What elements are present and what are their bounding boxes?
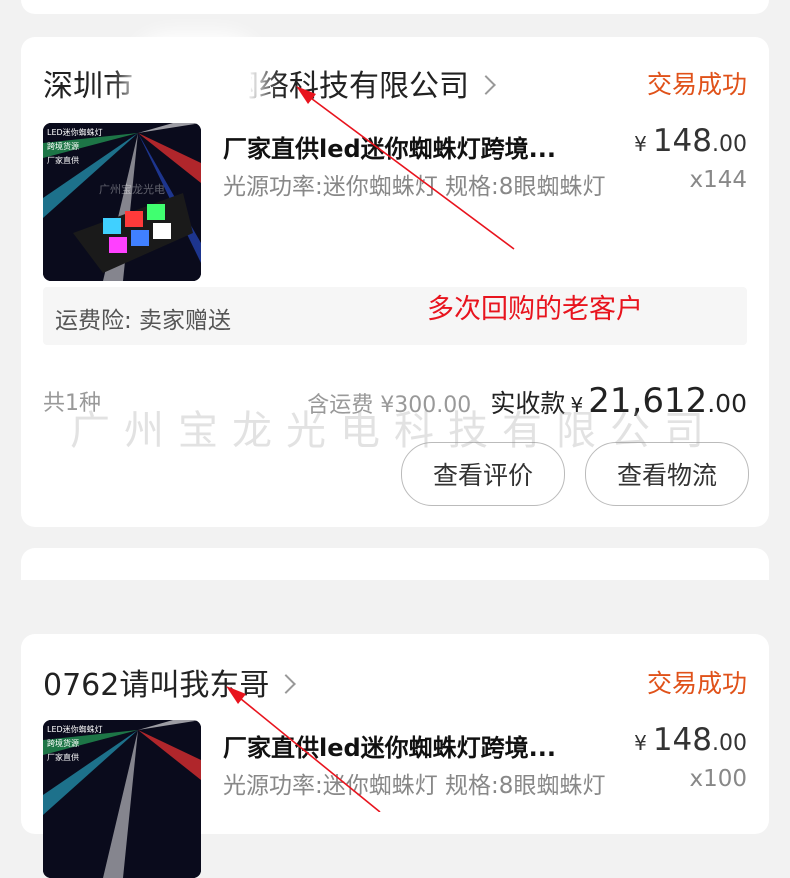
svg-text:广州宝龙光电: 广州宝龙光电 [99, 182, 165, 196]
product-spec: 光源功率:迷你蜘蛛灯 规格:8眼蜘蛛灯 [223, 174, 606, 200]
spider-light-image: LED迷你蜘蛛灯 跨境货源 厂家直供 [43, 720, 201, 878]
svg-text:厂家直供: 厂家直供 [47, 155, 79, 165]
annotation-text: 多次回购的老客户 [427, 294, 643, 325]
redaction-blur [141, 47, 251, 117]
spider-light-image: LED迷你蜘蛛灯 跨境货源 厂家直供 广州宝龙光电 [43, 123, 201, 281]
svg-text:LED迷你蜘蛛灯: LED迷你蜘蛛灯 [47, 724, 103, 734]
quantity-2: x100 [689, 766, 747, 792]
product-title[interactable]: 厂家直供led迷你蜘蛛灯跨境... [223, 129, 556, 164]
order-card-collapsed [21, 548, 769, 582]
order-status: 交易成功 [646, 70, 747, 99]
watermark: 广州宝龙光电科技有限公司 [70, 408, 718, 454]
order-card-previous [21, 0, 769, 14]
svg-text:LED迷你蜘蛛灯: LED迷你蜘蛛灯 [47, 127, 103, 137]
product-title-2[interactable]: 厂家直供led迷你蜘蛛灯跨境... [223, 728, 556, 763]
unit-price: ¥148.00 [634, 123, 747, 159]
chevron-right-icon [276, 673, 297, 694]
product-thumbnail-2[interactable]: LED迷你蜘蛛灯 跨境货源 厂家直供 [43, 720, 201, 878]
page-gap [0, 580, 790, 602]
product-thumbnail[interactable]: LED迷你蜘蛛灯 跨境货源 厂家直供 广州宝龙光电 [43, 123, 201, 281]
shop-name[interactable]: 深圳市 网络科技有限公司 [43, 61, 496, 105]
shop-name-2[interactable]: 0762请叫我东哥 [43, 660, 297, 704]
chevron-right-icon [476, 74, 496, 95]
svg-text:跨境货源: 跨境货源 [47, 738, 79, 748]
order-status-2: 交易成功 [646, 669, 747, 698]
product-spec-2: 光源功率:迷你蜘蛛灯 规格:8眼蜘蛛灯 [223, 773, 606, 799]
unit-price-2: ¥148.00 [634, 722, 747, 758]
svg-text:厂家直供: 厂家直供 [47, 752, 79, 762]
quantity: x144 [689, 167, 747, 193]
order-card-2: 0762请叫我东哥 交易成功 LED迷你蜘蛛灯 跨境货源 厂家直供 厂家直供le… [21, 634, 769, 878]
svg-text:跨境货源: 跨境货源 [47, 141, 79, 151]
